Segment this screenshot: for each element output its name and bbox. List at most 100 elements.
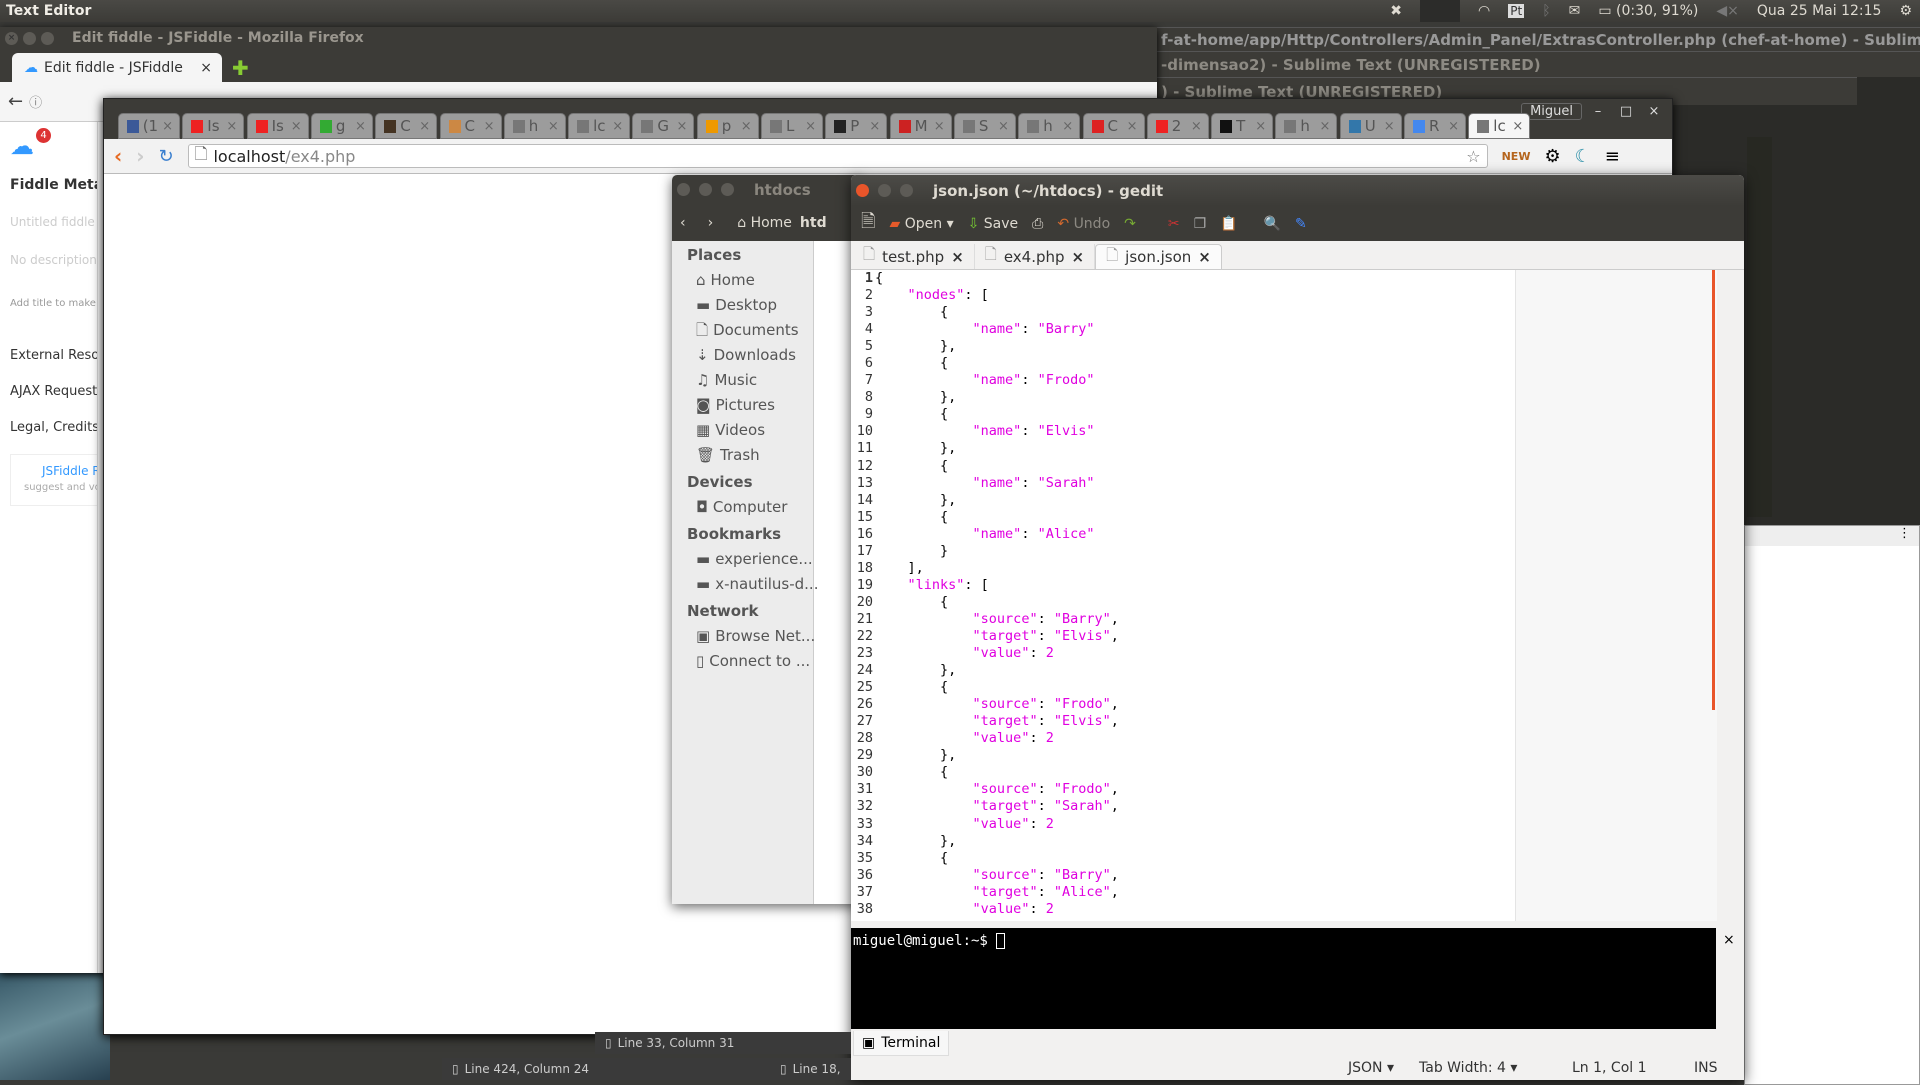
sidebar-item[interactable]: ▬ Desktop	[672, 293, 813, 318]
close-tab-icon[interactable]: ×	[612, 119, 623, 134]
reload-icon[interactable]: ↻	[159, 146, 174, 167]
close-tab-icon[interactable]: ×	[934, 119, 945, 134]
back-icon[interactable]: ‹	[114, 144, 122, 168]
close-tab-icon[interactable]: ×	[998, 119, 1009, 134]
browser-tab[interactable]: p ×	[696, 113, 759, 139]
close-tab-icon[interactable]: ×	[951, 248, 964, 266]
tab-width-selector[interactable]: Tab Width: 4 ▾	[1419, 1060, 1517, 1076]
sidebar-item[interactable]: ▦ Videos	[672, 418, 813, 443]
browser-tab[interactable]: C ×	[375, 113, 438, 139]
browser-tab[interactable]: T ×	[1211, 113, 1274, 139]
browser-tab[interactable]: G ×	[632, 113, 695, 139]
volume-muted-icon[interactable]: ◀×	[1716, 3, 1739, 19]
new-tab-icon[interactable]: ✚	[232, 56, 249, 80]
close-button[interactable]	[677, 183, 690, 196]
browser-tab[interactable]: h ×	[1018, 113, 1081, 139]
browser-tab[interactable]: g ×	[310, 113, 373, 139]
close-tab-icon[interactable]: ×	[1319, 119, 1330, 134]
sidebar-item[interactable]: 🗑 Trash	[672, 443, 813, 468]
jsfiddle-promo-link[interactable]: JSFiddle R	[42, 464, 97, 478]
close-tab-icon[interactable]: ×	[162, 119, 173, 134]
close-tab-icon[interactable]: ×	[869, 119, 880, 134]
browser-tab[interactable]: h ×	[503, 113, 566, 139]
extension-new-icon[interactable]: NEW	[1502, 150, 1531, 163]
fiddle-description-input[interactable]: No description	[10, 253, 97, 267]
close-tab-icon[interactable]: ×	[1255, 119, 1266, 134]
close-tab-icon[interactable]: ×	[419, 119, 430, 134]
language-selector[interactable]: JSON ▾	[1348, 1060, 1394, 1076]
close-tab-icon[interactable]: ×	[1062, 119, 1073, 134]
close-tab-icon[interactable]: ×	[1191, 119, 1202, 134]
sidebar-item[interactable]: ▬ x-nautilus-d...	[672, 572, 818, 597]
sidebar-item[interactable]: ◙ Pictures	[672, 393, 813, 418]
close-tab-icon[interactable]: ×	[1448, 119, 1459, 134]
close-tab-icon[interactable]: ×	[355, 119, 366, 134]
browser-tab[interactable]: S ×	[953, 113, 1016, 139]
copy-icon[interactable]: ❐	[1194, 216, 1207, 232]
address-bar[interactable]: 🗋 localhost/ex4.php ☆	[187, 144, 1488, 168]
fiddle-title-input[interactable]: Untitled fiddle	[10, 215, 95, 229]
redo-icon[interactable]: ↷	[1124, 216, 1136, 232]
close-button[interactable]: ×	[5, 31, 18, 45]
search-replace-icon[interactable]: ✎	[1295, 216, 1307, 232]
cut-icon[interactable]: ✂	[1168, 216, 1180, 232]
close-tab-icon[interactable]: ×	[1512, 119, 1523, 134]
close-tab-icon[interactable]: ×	[741, 119, 752, 134]
path-home-button[interactable]: ⌂ Home	[737, 215, 792, 231]
wifi-icon[interactable]: ◠	[1478, 3, 1490, 19]
sidebar-item[interactable]: ◘ Computer	[672, 495, 813, 520]
extension-icon[interactable]: ☾	[1575, 146, 1591, 167]
browser-tab[interactable]: L ×	[761, 113, 823, 139]
close-tab-icon[interactable]: ×	[548, 119, 559, 134]
sidebar-item[interactable]: ⌂ Home	[672, 268, 813, 293]
minimize-button[interactable]	[23, 31, 36, 45]
sidebar-item[interactable]: ▣ Browse Net...	[672, 624, 815, 649]
battery-indicator[interactable]: ▭ (0:30, 91%)	[1598, 3, 1698, 19]
browser-tab[interactable]: C ×	[1082, 113, 1145, 139]
code-editor[interactable]: 1{2 "nodes": [3 {4 "name": "Barry" 5 }, 6 …	[851, 270, 1717, 921]
search-icon[interactable]: 🔍	[1264, 216, 1281, 232]
close-tab-icon[interactable]: ×	[291, 119, 302, 134]
browser-tab[interactable]: U ×	[1339, 113, 1402, 139]
document-tab[interactable]: 🗋 test.php ×	[853, 244, 975, 269]
bluetooth-icon[interactable]: ᛒ	[1542, 3, 1550, 19]
sidebar-item[interactable]: ▬ experience...	[672, 547, 813, 572]
maximize-button[interactable]: □	[1614, 104, 1638, 119]
maximize-button[interactable]	[900, 184, 913, 197]
maximize-button[interactable]	[721, 183, 734, 196]
close-button[interactable]: ×	[1642, 104, 1666, 119]
ajax-requests-link[interactable]: AJAX Requests	[10, 384, 97, 399]
browser-tab[interactable]: lc ×	[1468, 113, 1531, 139]
close-tab-icon[interactable]: ×	[1127, 119, 1138, 134]
browser-tab[interactable]: Is ×	[246, 113, 309, 139]
scrollbar[interactable]	[1712, 270, 1715, 710]
close-panel-icon[interactable]: ×	[1723, 932, 1735, 948]
close-tab-icon[interactable]: ×	[1384, 119, 1395, 134]
terminal-tab[interactable]: ▣ Terminal	[853, 1031, 950, 1056]
print-icon[interactable]: ⎙	[1032, 216, 1043, 232]
paste-icon[interactable]: 📋	[1220, 216, 1237, 232]
browser-tab[interactable]: 2 ×	[1146, 113, 1209, 139]
profile-button[interactable]: Miguel	[1521, 103, 1582, 120]
browser-tab[interactable]: (1 ×	[118, 113, 180, 139]
browser-tab[interactable]: Is ×	[182, 113, 245, 139]
browser-tab[interactable]: lc ×	[568, 113, 631, 139]
close-tab-icon[interactable]: ×	[226, 119, 237, 134]
terminal-panel[interactable]: miguel@miguel:~$	[851, 928, 1716, 1029]
power-icon[interactable]: ⚙	[1899, 3, 1912, 19]
mail-icon[interactable]: ✉	[1569, 3, 1581, 19]
close-button[interactable]	[856, 184, 869, 197]
save-button[interactable]: ⇩ Save	[968, 216, 1019, 232]
forward-button[interactable]: ›	[708, 215, 714, 231]
document-tab[interactable]: 🗋 ex4.php ×	[975, 244, 1096, 269]
close-tab-icon[interactable]: ×	[1072, 248, 1085, 266]
back-icon[interactable]: ←	[8, 91, 23, 112]
back-button[interactable]: ‹	[680, 215, 686, 231]
undo-button[interactable]: ↶ Undo	[1057, 216, 1110, 232]
forward-icon[interactable]: ›	[136, 144, 144, 168]
close-tab-icon[interactable]: ×	[200, 60, 212, 76]
browser-tab[interactable]: h ×	[1275, 113, 1338, 139]
path-htdocs-button[interactable]: htd	[800, 215, 827, 231]
external-resources-link[interactable]: External Resour	[10, 348, 97, 363]
clock[interactable]: Qua 25 Mai 12:15	[1757, 3, 1882, 19]
